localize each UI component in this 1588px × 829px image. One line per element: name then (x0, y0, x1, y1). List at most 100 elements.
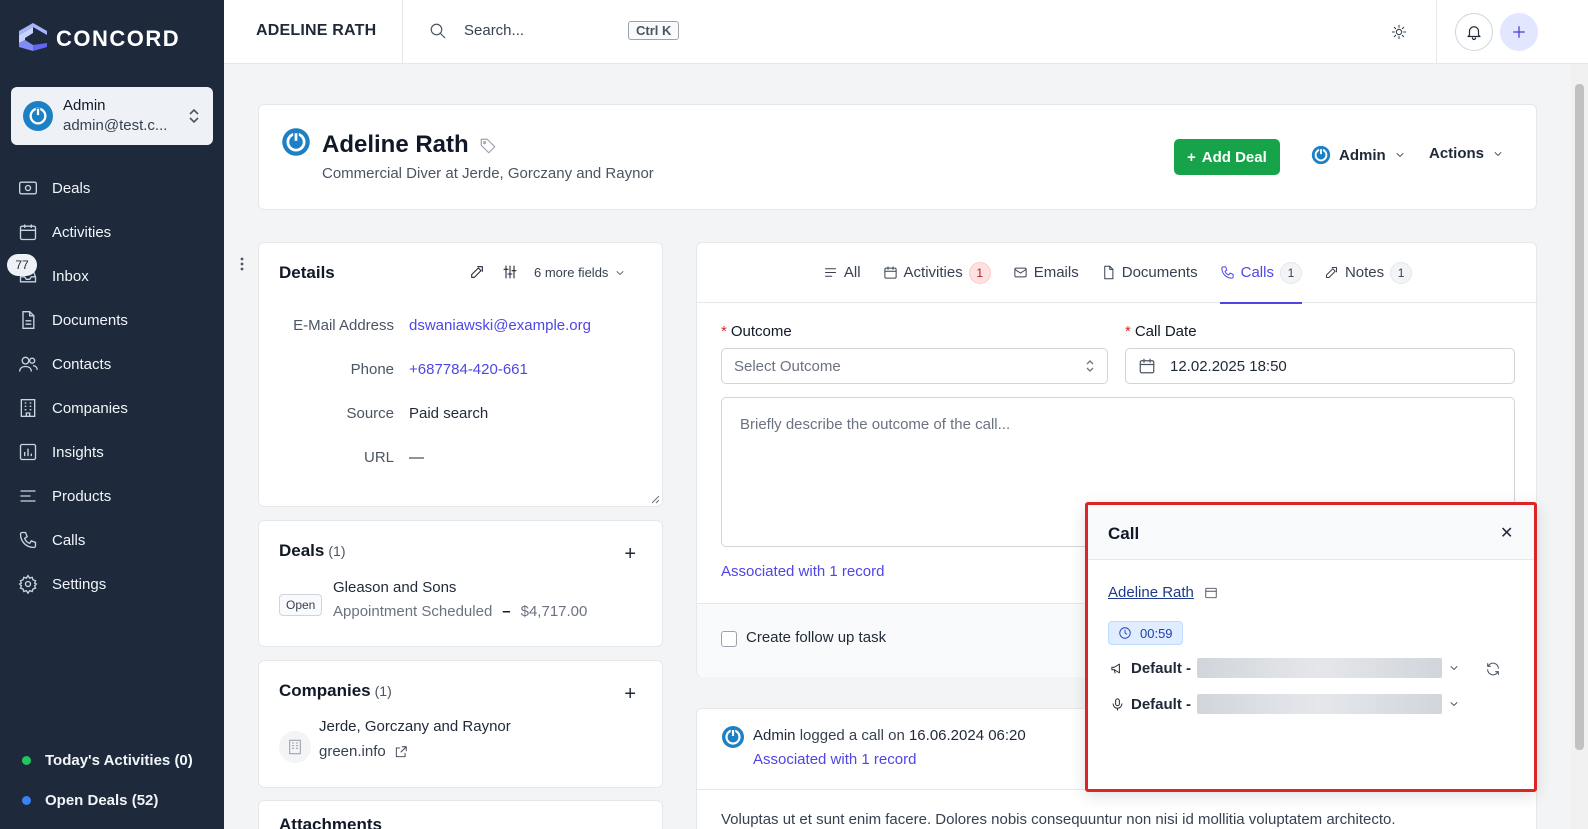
contact-subtitle: Commercial Diver at Jerde, Gorczany and … (322, 165, 654, 182)
follow-up-checkbox[interactable] (721, 631, 737, 647)
sidebar-item-label: Activities (52, 223, 112, 241)
log-avatar-icon (722, 726, 744, 748)
topbar: ADELINE RATH Ctrl K (224, 0, 1588, 64)
quick-create-button[interactable] (1500, 13, 1538, 51)
sidebar-item-label: Deals (52, 179, 91, 197)
megaphone-icon (1111, 663, 1120, 673)
log-associated-link[interactable]: Associated with 1 record (753, 751, 916, 768)
company-domain-link[interactable]: green.info (319, 743, 408, 760)
tab-bar: All Activities 1 Emails Documents Calls … (697, 243, 1538, 304)
user-name: Admin (63, 97, 106, 114)
deal-amount: $4,717.00 (520, 603, 588, 620)
user-switcher[interactable]: Admin admin@test.c... (11, 87, 213, 145)
details-card: Details 6 more fields E-Mail Address dsw… (258, 242, 663, 507)
field-value[interactable]: — (409, 449, 424, 466)
company-name[interactable]: Jerde, Gorczany and Raynor (319, 718, 511, 735)
sidebar-item-products[interactable]: Products (0, 474, 224, 518)
log-action: logged a call on (799, 727, 905, 744)
sun-icon[interactable] (1391, 24, 1407, 40)
sidebar-item-label: Calls (52, 531, 86, 549)
bell-icon (1467, 26, 1481, 41)
log-header: Admin logged a call on 16.06.2024 06:20 (753, 727, 1026, 744)
tab-all[interactable]: All (823, 243, 861, 303)
sidebar-item-inbox[interactable]: Inbox 77 (0, 254, 224, 298)
tab-calls[interactable]: Calls 1 (1219, 243, 1303, 304)
open-deals-link[interactable]: Open Deals (52) (22, 792, 158, 809)
phone-link[interactable]: +687784-420-661 (409, 361, 528, 378)
sidebar-item-contacts[interactable]: Contacts (0, 342, 224, 386)
field-phone: Phone +687784-420-661 (259, 361, 664, 378)
scrollbar-thumb[interactable] (1575, 84, 1584, 750)
call-timer: 00:59 (1108, 621, 1183, 645)
associated-records-link[interactable]: Associated with 1 record (721, 563, 884, 580)
call-contact-link[interactable]: Adeline Rath (1108, 584, 1218, 601)
chevron-updown-icon (1086, 360, 1094, 372)
deals-icon (19, 181, 37, 195)
speaker-label: Default - (1131, 659, 1191, 677)
window-icon (1205, 587, 1217, 598)
microphone-select[interactable]: Default - (1110, 694, 1460, 714)
call-date-label: * Call Date (1125, 323, 1197, 340)
company-domain: green.info (319, 743, 386, 760)
tab-notes[interactable]: Notes 1 (1324, 243, 1413, 303)
resize-corner-icon[interactable] (650, 494, 660, 504)
sidebar-item-insights[interactable]: Insights (0, 430, 224, 474)
edit-icon[interactable] (469, 264, 485, 280)
todays-activities-link[interactable]: Today's Activities (0) (22, 752, 193, 769)
follow-up-label[interactable]: Create follow up task (746, 629, 886, 646)
tab-label: Documents (1121, 264, 1198, 281)
owner-label: Admin (1339, 146, 1386, 164)
green-dot-icon (22, 756, 31, 765)
deal-name[interactable]: Gleason and Sons (333, 579, 456, 596)
page-scrollbar[interactable] (1571, 64, 1588, 829)
edit-icon (1325, 267, 1337, 278)
attachments-card: Attachments (258, 800, 663, 829)
actions-dropdown[interactable]: Actions (1429, 145, 1504, 162)
users-icon (19, 356, 38, 372)
tab-activities[interactable]: Activities 1 (883, 243, 991, 303)
search-input[interactable] (464, 22, 614, 39)
add-deal-plus-button[interactable]: + (624, 543, 636, 566)
add-deal-button[interactable]: + Add Deal (1174, 139, 1280, 175)
brand-logo[interactable]: CONCORD (18, 22, 180, 56)
sidebar-item-label: Products (52, 487, 112, 505)
description-placeholder: Briefly describe the outcome of the call… (740, 416, 1011, 433)
phone-icon (19, 531, 37, 549)
more-fields-toggle[interactable]: 6 more fields (534, 265, 626, 280)
tab-label: Emails (1033, 264, 1079, 281)
field-source: Source Paid search (259, 405, 664, 422)
tab-documents[interactable]: Documents (1101, 243, 1198, 303)
mail-icon (1014, 267, 1027, 278)
sidebar-item-settings[interactable]: Settings (0, 562, 224, 606)
outcome-label-text: Outcome (730, 323, 792, 340)
adjustments-icon[interactable] (502, 264, 518, 280)
sidebar-item-documents[interactable]: Documents (0, 298, 224, 342)
sidebar-item-deals[interactable]: Deals (0, 166, 224, 210)
tab-label: Calls (1240, 264, 1274, 281)
building-icon (289, 739, 301, 755)
search-icon (430, 23, 446, 39)
tab-emails[interactable]: Emails (1013, 243, 1079, 303)
deals-title-text: Deals (279, 541, 325, 560)
outcome-select[interactable]: Select Outcome (721, 348, 1108, 384)
power-avatar-icon (29, 107, 47, 125)
add-deal-label: Add Deal (1201, 148, 1267, 166)
sidebar-item-activities[interactable]: Activities (0, 210, 224, 254)
tab-count: 1 (1279, 261, 1302, 284)
sidebar-item-companies[interactable]: Companies (0, 386, 224, 430)
refresh-icon[interactable] (1485, 661, 1501, 677)
call-date-input[interactable]: 12.02.2025 18:50 (1125, 348, 1515, 384)
tag-icon[interactable] (479, 137, 497, 155)
resize-handle-icon[interactable] (239, 256, 245, 272)
field-value[interactable]: Paid search (409, 405, 488, 422)
chevron-down-icon (617, 270, 624, 275)
sidebar-item-label: Documents (52, 311, 128, 329)
close-icon[interactable]: ✕ (1500, 523, 1513, 543)
speaker-select[interactable]: Default - (1110, 658, 1460, 678)
add-company-plus-button[interactable]: + (624, 683, 636, 706)
sidebar-item-calls[interactable]: Calls (0, 518, 224, 562)
owner-dropdown[interactable]: Admin (1311, 145, 1406, 165)
sidebar-item-label: Inbox (52, 267, 89, 285)
email-link[interactable]: dswaniawski@example.org (409, 317, 591, 334)
notifications-button[interactable] (1455, 13, 1493, 51)
